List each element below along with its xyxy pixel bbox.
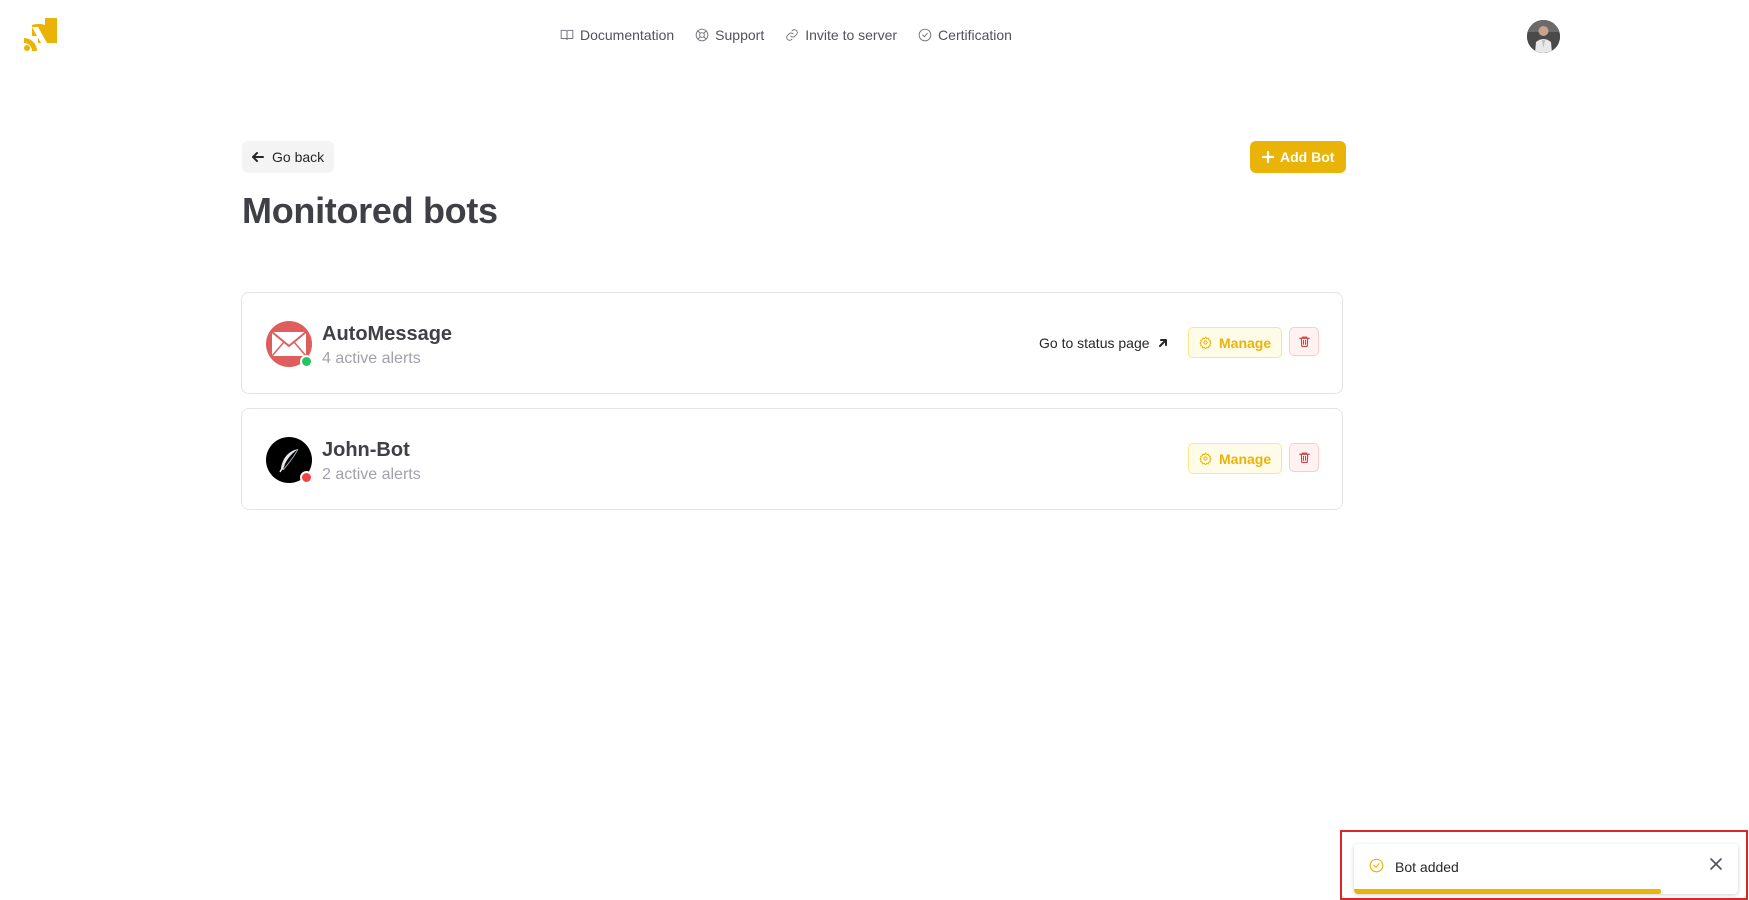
- status-dot-offline: [300, 471, 313, 484]
- bot-card: John-Bot 2 active alerts Manage: [241, 408, 1343, 510]
- nav-documentation-label: Documentation: [580, 27, 675, 43]
- plus-icon: [1262, 151, 1274, 163]
- arrow-left-icon: [252, 152, 264, 162]
- manage-button[interactable]: Manage: [1188, 443, 1283, 474]
- nav-support[interactable]: Support: [695, 27, 764, 43]
- gear-icon: [1199, 336, 1212, 349]
- trash-icon: [1298, 336, 1310, 347]
- toast-progress-bar: [1354, 889, 1662, 894]
- status-page-label: Go to status page: [1039, 335, 1150, 351]
- check-circle-icon: [918, 28, 932, 42]
- toast-progress-track: [1354, 889, 1738, 894]
- page-title: Monitored bots: [242, 190, 498, 231]
- manage-label: Manage: [1219, 450, 1272, 467]
- delete-button[interactable]: [1289, 443, 1319, 472]
- external-arrow-icon: [1158, 339, 1167, 347]
- toast-notification[interactable]: Bot added: [1354, 844, 1738, 894]
- logo-icon[interactable]: [24, 18, 57, 51]
- nav-support-label: Support: [715, 27, 765, 43]
- toast-message: Bot added: [1395, 859, 1459, 875]
- feather-icon: [279, 448, 299, 473]
- book-icon: [560, 29, 574, 41]
- nav-certification[interactable]: Certification: [918, 27, 1012, 43]
- close-icon[interactable]: [1710, 857, 1724, 871]
- trash-icon: [1298, 452, 1310, 463]
- bot-list: AutoMessage 4 active alerts Go to status…: [241, 292, 1343, 524]
- delete-button[interactable]: [1289, 327, 1319, 356]
- bot-name: AutoMessage: [322, 323, 453, 345]
- go-back-label: Go back: [272, 149, 325, 165]
- manage-label: Manage: [1219, 334, 1272, 351]
- bot-name: John-Bot: [322, 439, 410, 461]
- user-avatar[interactable]: [1527, 20, 1560, 53]
- nav-invite[interactable]: Invite to server: [785, 27, 897, 43]
- top-nav: Documentation Support Invite to server C…: [560, 27, 1012, 43]
- status-page-link[interactable]: Go to status page: [1039, 335, 1168, 351]
- toast-highlight-frame: Bot added: [1340, 830, 1748, 900]
- link-icon: [786, 29, 798, 41]
- lifebuoy-icon: [695, 28, 709, 42]
- nav-invite-label: Invite to server: [805, 27, 898, 43]
- nav-certification-label: Certification: [938, 27, 1012, 43]
- go-back-button[interactable]: Go back: [242, 141, 335, 173]
- check-circle-icon: [1369, 858, 1384, 873]
- bot-alert-count: 2 active alerts: [322, 466, 421, 483]
- mail-icon: [271, 331, 307, 357]
- add-bot-button[interactable]: Add Bot: [1250, 141, 1347, 173]
- manage-button[interactable]: Manage: [1188, 327, 1283, 358]
- bot-alert-count: 4 active alerts: [322, 350, 421, 367]
- add-bot-label: Add Bot: [1280, 149, 1335, 165]
- page: Documentation Support Invite to server C…: [0, 0, 1749, 900]
- gear-icon: [1199, 452, 1212, 465]
- status-dot-online: [300, 355, 313, 368]
- nav-documentation[interactable]: Documentation: [560, 27, 674, 43]
- bot-card: AutoMessage 4 active alerts Go to status…: [241, 292, 1343, 394]
